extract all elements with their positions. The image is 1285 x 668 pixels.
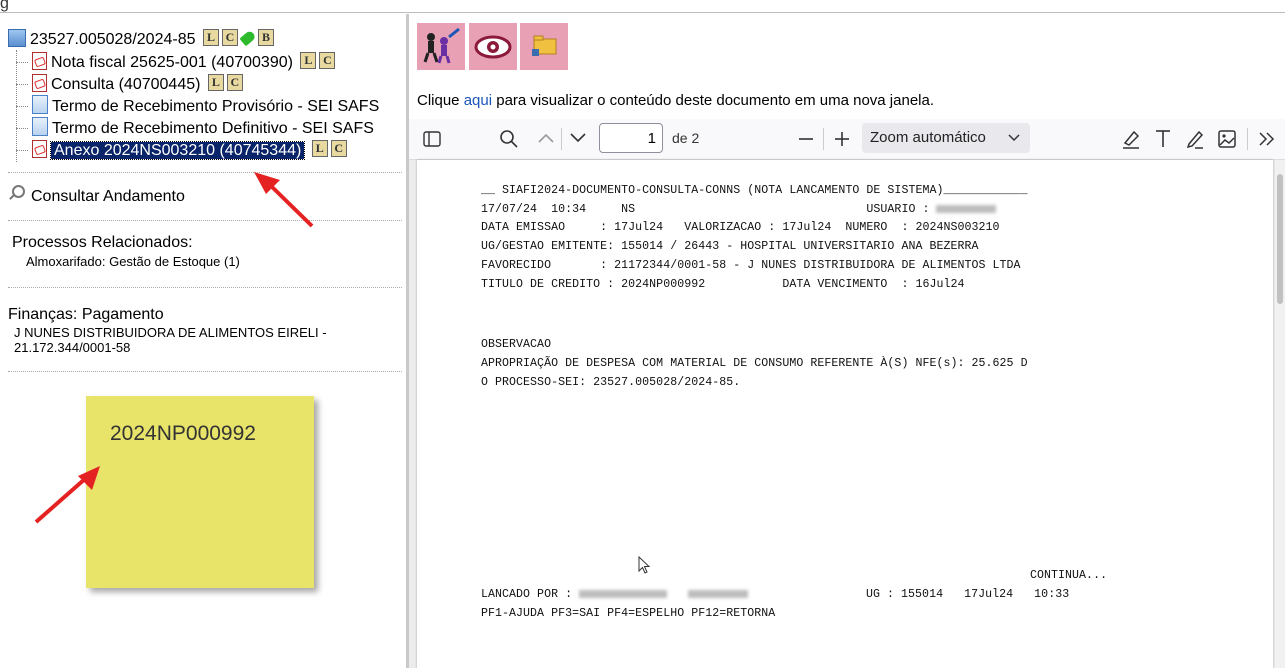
zoom-value: Zoom automático	[870, 129, 986, 146]
doc-line-1: __ SIAFI2024-DOCUMENTO-CONSULTA-CONNS (N…	[481, 184, 1028, 197]
people-pen-icon	[423, 27, 460, 64]
scrollbar-thumb[interactable]	[1277, 174, 1283, 304]
page-total: de 2	[672, 130, 700, 146]
visualizar-button[interactable]	[469, 23, 517, 70]
doc-line-3: DATA EMISSAO : 17Jul24 VALORIZACAO : 17J…	[481, 221, 1000, 234]
arrow-to-note	[34, 466, 100, 524]
toolbar-separator	[561, 128, 562, 150]
doc-line-4: UG/GESTAO EMITENTE: 155014 / 26443 - HOS…	[481, 240, 979, 253]
clique-suffix: para visualizar o conteúdo deste documen…	[492, 92, 934, 109]
doc-line-lancado-text: LANCADO POR :	[481, 588, 580, 601]
doc-line-2-text: 17/07/24 10:34 NS USUARIO :	[481, 203, 937, 216]
doc-line-2: 17/07/24 10:34 NS USUARIO :	[481, 203, 997, 216]
highlight-icon[interactable]	[1121, 128, 1141, 150]
doc-line-7: OBSERVACAO	[481, 338, 552, 351]
doc-line-lancado: LANCADO POR :	[481, 588, 749, 601]
zoom-in-icon[interactable]	[833, 130, 851, 148]
aqui-link[interactable]: aqui	[464, 92, 492, 109]
chevron-down-icon[interactable]	[569, 131, 587, 145]
draw-icon[interactable]	[1185, 128, 1205, 150]
redacted-cpf	[579, 589, 668, 598]
pasta-button[interactable]	[520, 23, 568, 70]
doc-line-continua: CONTINUA...	[1030, 569, 1108, 582]
redacted-name	[688, 589, 749, 598]
zoom-out-icon[interactable]	[797, 131, 815, 147]
annotation-arrows	[34, 172, 314, 524]
mouse-cursor-icon	[638, 556, 651, 574]
clique-prefix: Clique	[417, 92, 464, 109]
folder-icon	[532, 35, 557, 56]
text-tool-icon[interactable]	[1153, 128, 1173, 150]
search-icon[interactable]	[499, 129, 519, 149]
toolbar-separator	[823, 128, 824, 150]
chevron-down-icon	[1008, 134, 1020, 142]
doc-line-pf: PF1-AJUDA PF3=SAI PF4=ESPELHO PF12=RETOR…	[481, 607, 776, 620]
image-icon[interactable]	[1217, 129, 1237, 149]
doc-line-8: APROPRIAÇÃO DE DESPESA COM MATERIAL DE C…	[481, 357, 1028, 370]
eye-icon	[474, 35, 512, 59]
doc-line-5: FAVORECIDO : 21172344/0001-58 - J NUNES …	[481, 259, 1021, 272]
zoom-select[interactable]: Zoom automático	[862, 123, 1030, 153]
doc-line-6: TITULO DE CREDITO : 2024NP000992 DATA VE…	[481, 278, 965, 291]
chevron-up-icon[interactable]	[537, 131, 555, 145]
arrow-to-anexo	[254, 172, 314, 228]
doc-line-9: O PROCESSO-SEI: 23527.005028/2024-85.	[481, 376, 741, 389]
doc-line-ug: UG : 155014 17Jul24 10:33	[866, 588, 1070, 601]
sidebar-toggle-icon[interactable]	[423, 131, 441, 147]
toolbar-separator	[1247, 128, 1248, 150]
page-number-input[interactable]: 1	[599, 123, 663, 153]
pdf-page: __ SIAFI2024-DOCUMENTO-CONSULTA-CONNS (N…	[417, 160, 1273, 668]
redacted-user	[936, 204, 997, 213]
vertical-scrollbar[interactable]	[1275, 160, 1285, 668]
open-new-window-text: Clique aqui para visualizar o conteúdo d…	[417, 92, 934, 109]
pdf-viewer[interactable]: __ SIAFI2024-DOCUMENTO-CONSULTA-CONNS (N…	[409, 160, 1285, 668]
assinar-button[interactable]	[417, 23, 465, 70]
right-pane: Clique aqui para visualizar o conteúdo d…	[409, 14, 1285, 668]
pdf-toolbar: 1 de 2 Zoom automático	[409, 119, 1285, 160]
more-tools-icon[interactable]	[1257, 131, 1277, 147]
